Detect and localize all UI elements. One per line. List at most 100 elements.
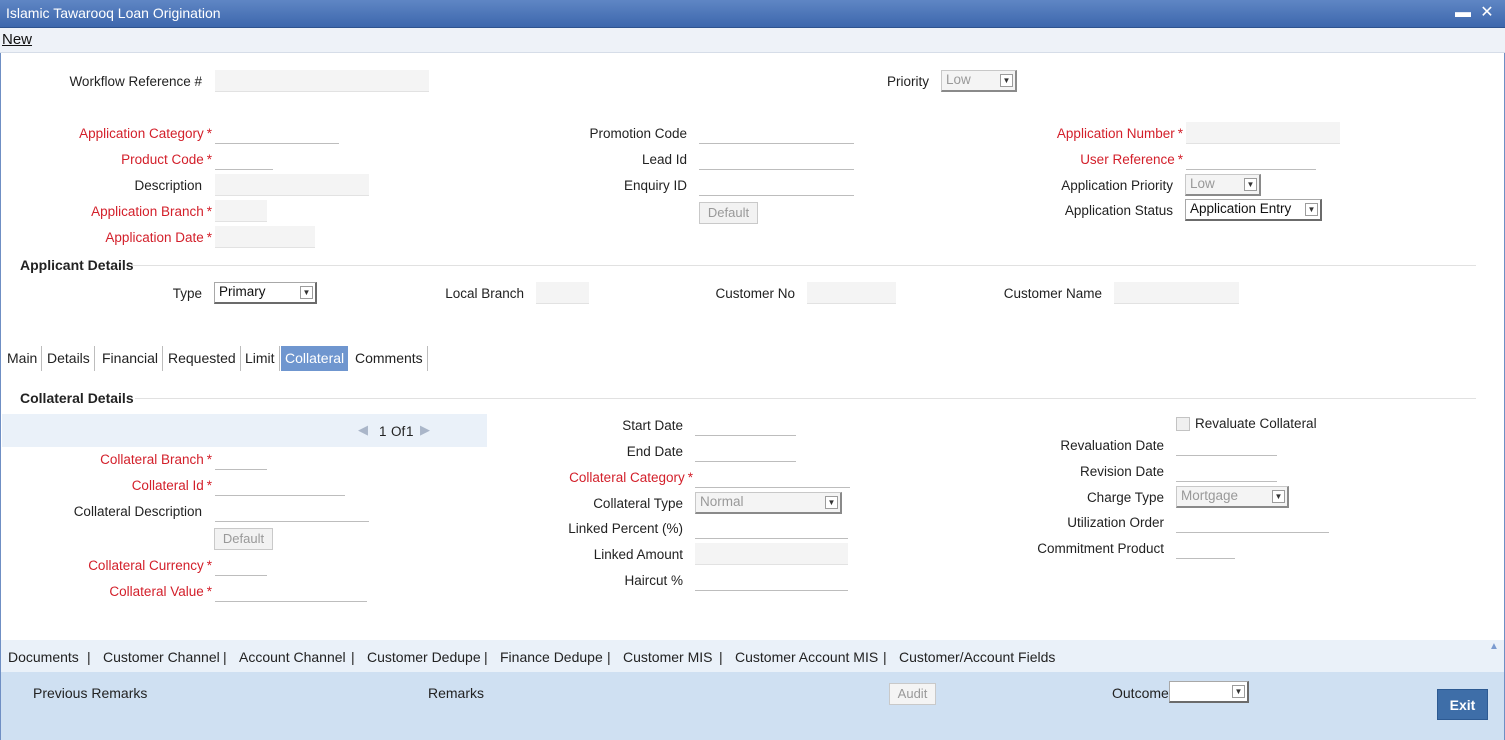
customer-channel-link[interactable]: Customer Channel: [103, 649, 220, 665]
required-asterisk: *: [206, 558, 212, 573]
application-priority-select[interactable]: Low ▼: [1185, 174, 1261, 196]
utilization-order-input[interactable]: [1176, 511, 1329, 533]
lead-id-label: Lead Id: [641, 152, 687, 167]
tab-financial[interactable]: Financial: [98, 346, 164, 371]
section-divider: [130, 265, 1476, 266]
application-branch-label: Application Branch *: [91, 204, 212, 219]
collateral-id-input[interactable]: [215, 474, 345, 496]
previous-remarks-label[interactable]: Previous Remarks: [33, 685, 147, 701]
collateral-value-input[interactable]: [215, 580, 367, 602]
haircut-input[interactable]: [695, 569, 848, 591]
tab-collateral[interactable]: Collateral: [281, 346, 350, 371]
default-button[interactable]: Default: [699, 202, 758, 224]
promotion-code-input[interactable]: [699, 122, 854, 144]
collateral-currency-label: Collateral Currency *: [88, 558, 212, 573]
link-separator: |: [607, 649, 611, 665]
collateral-description-input[interactable]: [215, 500, 369, 522]
tab-details[interactable]: Details: [43, 346, 95, 371]
next-record-icon[interactable]: ▶: [420, 422, 430, 438]
footer-bar: Previous Remarks Remarks Audit Outcome ▼: [0, 672, 1505, 740]
haircut-label: Haircut %: [624, 573, 683, 588]
application-number-input[interactable]: [1186, 122, 1340, 144]
applicant-type-select[interactable]: Primary ▼: [214, 282, 317, 304]
revaluate-collateral-checkbox[interactable]: [1176, 417, 1190, 431]
application-status-value: Application Entry: [1190, 201, 1292, 216]
menu-bar: New: [0, 28, 1505, 53]
required-asterisk: *: [1177, 126, 1183, 141]
tab-requested[interactable]: Requested: [164, 346, 241, 371]
finance-dedupe-link[interactable]: Finance Dedupe: [500, 649, 603, 665]
customer-no-input[interactable]: [807, 282, 896, 304]
workflow-reference-input[interactable]: [215, 70, 429, 92]
collateral-pager: ◀ 1 Of 1 ▶: [2, 414, 487, 447]
linked-percent-input[interactable]: [695, 517, 848, 539]
lead-id-input[interactable]: [699, 148, 854, 170]
collateral-branch-input[interactable]: [215, 448, 267, 470]
link-separator: |: [87, 649, 91, 665]
customer-dedupe-link[interactable]: Customer Dedupe: [367, 649, 481, 665]
tab-main[interactable]: Main: [3, 346, 43, 371]
new-link[interactable]: New: [2, 31, 32, 48]
collateral-currency-input[interactable]: [215, 554, 267, 576]
enquiry-id-input[interactable]: [699, 174, 854, 196]
revision-date-input[interactable]: [1176, 460, 1277, 482]
link-separator: |: [223, 649, 227, 665]
user-reference-input[interactable]: [1186, 148, 1316, 170]
linked-percent-label: Linked Percent (%): [568, 521, 683, 536]
customer-mis-link[interactable]: Customer MIS: [623, 649, 712, 665]
promotion-code-label: Promotion Code: [589, 126, 687, 141]
customer-name-input[interactable]: [1114, 282, 1239, 304]
application-date-input[interactable]: [215, 226, 315, 248]
outcome-select[interactable]: ▼: [1169, 681, 1249, 703]
link-separator: |: [883, 649, 887, 665]
description-input[interactable]: [215, 174, 369, 196]
enquiry-id-label: Enquiry ID: [623, 178, 687, 193]
section-divider: [135, 398, 1476, 399]
linked-amount-input[interactable]: [695, 543, 848, 565]
customer-account-fields-link[interactable]: Customer/Account Fields: [899, 649, 1055, 665]
collateral-value-label: Collateral Value *: [109, 584, 212, 599]
application-date-label: Application Date *: [105, 230, 212, 245]
exit-button[interactable]: Exit: [1437, 689, 1488, 720]
link-separator: |: [484, 649, 488, 665]
collateral-default-button[interactable]: Default: [214, 528, 273, 550]
pager-total: 1: [406, 424, 414, 439]
collateral-category-input[interactable]: [695, 466, 850, 488]
audit-button[interactable]: Audit: [889, 683, 936, 705]
end-date-input[interactable]: [695, 440, 796, 462]
chevron-down-icon: ▼: [1272, 490, 1285, 503]
start-date-input[interactable]: [695, 414, 796, 436]
local-branch-input[interactable]: [536, 282, 589, 304]
revaluation-date-input[interactable]: [1176, 434, 1277, 456]
collateral-type-label: Collateral Type: [593, 496, 683, 511]
tab-comments[interactable]: Comments: [351, 346, 428, 371]
remarks-label[interactable]: Remarks: [428, 685, 484, 701]
linked-amount-label: Linked Amount: [593, 547, 683, 562]
required-asterisk: *: [206, 204, 212, 219]
scroll-up-icon[interactable]: ▲: [1489, 641, 1499, 652]
required-asterisk: *: [687, 470, 693, 485]
application-number-label: Application Number *: [1056, 126, 1183, 141]
chevron-down-icon: ▼: [1232, 685, 1245, 698]
product-code-input[interactable]: [215, 148, 273, 170]
priority-select[interactable]: Low ▼: [941, 70, 1017, 92]
commitment-product-input[interactable]: [1176, 537, 1235, 559]
previous-record-icon[interactable]: ◀: [358, 422, 368, 438]
documents-link[interactable]: Documents: [8, 649, 79, 665]
minimize-icon[interactable]: ▬: [1452, 2, 1474, 24]
customer-account-mis-link[interactable]: Customer Account MIS: [735, 649, 878, 665]
charge-type-select[interactable]: Mortgage ▼: [1176, 486, 1289, 508]
charge-type-value: Mortgage: [1181, 488, 1239, 503]
application-branch-input[interactable]: [215, 200, 267, 222]
required-asterisk: *: [206, 584, 212, 599]
close-icon[interactable]: ✕: [1476, 2, 1498, 24]
start-date-label: Start Date: [622, 418, 683, 433]
application-status-select[interactable]: Application Entry ▼: [1185, 199, 1322, 221]
tab-limit[interactable]: Limit: [241, 346, 280, 371]
application-category-input[interactable]: [215, 122, 339, 144]
pager-of-label: Of: [391, 424, 406, 439]
applicant-type-label: Type: [172, 286, 202, 301]
account-channel-link[interactable]: Account Channel: [239, 649, 346, 665]
revision-date-label: Revision Date: [1079, 464, 1164, 479]
collateral-type-select[interactable]: Normal ▼: [695, 492, 842, 514]
